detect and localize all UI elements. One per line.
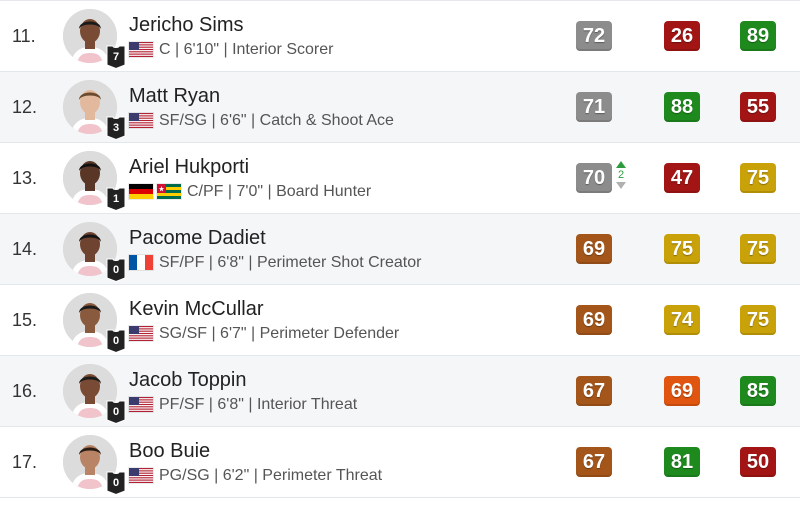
jersey-number: 0 (112, 335, 120, 347)
jersey-number-badge: 0 (106, 329, 126, 353)
table-row[interactable]: 15. 0 Kevin McCullar SG/SF | 6'7" | Perime… (0, 285, 800, 356)
position-height-archetype: C/PF | 7'0" | Board Hunter (187, 182, 372, 200)
arrow-down-icon (616, 182, 626, 189)
jersey-number: 1 (112, 193, 120, 205)
player-avatar-group[interactable]: 0 (63, 364, 126, 424)
offense-rating-badge[interactable]: 81 (664, 447, 700, 477)
position-height-archetype: PG/SG | 6'2" | Perimeter Threat (159, 466, 383, 484)
offense-rating-badge[interactable]: 88 (664, 92, 700, 122)
player-name-link[interactable]: Kevin McCullar (129, 297, 569, 321)
player-info: Jericho Sims C | 6'10" | Interior Scorer (129, 13, 569, 60)
overall-rating-badge[interactable]: 70 (576, 163, 612, 193)
rank-number: 17. (12, 451, 38, 472)
rank-number: 13. (12, 167, 38, 188)
player-rankings-table: 11. 7 Jericho Sims C | 6'10" | Interior Sc… (0, 0, 800, 506)
us-flag (129, 468, 153, 483)
rank-number: 14. (12, 238, 38, 259)
togo-flag (157, 184, 181, 199)
player-info: Jacob Toppin PF/SF | 6'8" | Interior Thre… (129, 368, 569, 415)
jersey-number-badge: 0 (106, 471, 126, 495)
player-avatar-group[interactable]: 3 (63, 80, 126, 140)
player-avatar-group[interactable]: 0 (63, 222, 126, 282)
defense-rating-badge[interactable]: 89 (740, 21, 776, 51)
player-avatar-group[interactable]: 1 (63, 151, 126, 211)
player-info: Matt Ryan SF/SG | 6'6" | Catch & Shoot Ac… (129, 84, 569, 131)
player-meta: SF/PF | 6'8" | Perimeter Shot Creator (129, 253, 569, 273)
player-name-link[interactable]: Jericho Sims (129, 13, 569, 37)
player-meta: C | 6'10" | Interior Scorer (129, 40, 569, 60)
player-name-link[interactable]: Ariel Hukporti (129, 155, 569, 179)
offense-rating-badge[interactable]: 69 (664, 376, 700, 406)
player-meta: SF/SG | 6'6" | Catch & Shoot Ace (129, 111, 569, 131)
jersey-number-badge: 0 (106, 258, 126, 282)
player-avatar-group[interactable]: 0 (63, 435, 126, 495)
table-row[interactable]: 13. 1 Ariel Hukporti C/PF | 7'0" | Board H… (0, 143, 800, 214)
defense-rating-badge[interactable]: 75 (740, 234, 776, 264)
jersey-number: 0 (112, 477, 120, 489)
table-row[interactable]: 17. 0 Boo Buie PG/SG | 6'2" | Perimeter Th… (0, 427, 800, 498)
overall-rating-badge[interactable]: 69 (576, 234, 612, 264)
position-height-archetype: SG/SF | 6'7" | Perimeter Defender (159, 324, 400, 342)
jersey-number: 0 (112, 406, 120, 418)
jersey-number-badge: 0 (106, 400, 126, 424)
position-height-archetype: SF/PF | 6'8" | Perimeter Shot Creator (159, 253, 422, 271)
arrow-up-icon (616, 161, 626, 168)
position-height-archetype: C | 6'10" | Interior Scorer (159, 40, 334, 58)
rank-number: 16. (12, 380, 38, 401)
table-row[interactable]: 16. 0 Jacob Toppin PF/SF | 6'8" | Interior… (0, 356, 800, 427)
overall-rating-badge[interactable]: 71 (576, 92, 612, 122)
defense-rating-badge[interactable]: 55 (740, 92, 776, 122)
offense-rating-badge[interactable]: 26 (664, 21, 700, 51)
germany-flag (129, 184, 153, 199)
jersey-number: 3 (112, 122, 120, 134)
jersey-number-badge: 1 (106, 187, 126, 211)
player-avatar-group[interactable]: 7 (63, 9, 126, 69)
player-info: Boo Buie PG/SG | 6'2" | Perimeter Threat (129, 439, 569, 486)
table-row[interactable]: 12. 3 Matt Ryan SF/SG | 6'6" | Catch & Sho… (0, 72, 800, 143)
player-name-link[interactable]: Matt Ryan (129, 84, 569, 108)
overall-rating-badge[interactable]: 67 (576, 376, 612, 406)
rank-number: 11. (12, 25, 36, 46)
defense-rating-badge[interactable]: 75 (740, 163, 776, 193)
table-row[interactable]: 14. 0 Pacome Dadiet SF/PF | 6'8" | Perimet… (0, 214, 800, 285)
player-meta: SG/SF | 6'7" | Perimeter Defender (129, 324, 569, 344)
jersey-number-badge: 3 (106, 116, 126, 140)
rating-change-value: 2 (617, 169, 625, 181)
rating-change-indicator: 2 (614, 161, 628, 195)
france-flag (129, 255, 153, 270)
player-meta: PG/SG | 6'2" | Perimeter Threat (129, 466, 569, 486)
defense-rating-badge[interactable]: 75 (740, 305, 776, 335)
us-flag (129, 397, 153, 412)
offense-rating-badge[interactable]: 75 (664, 234, 700, 264)
rank-number: 12. (12, 96, 38, 117)
player-avatar-group[interactable]: 0 (63, 293, 126, 353)
table-row[interactable]: 11. 7 Jericho Sims C | 6'10" | Interior Sc… (0, 1, 800, 72)
overall-rating-badge[interactable]: 72 (576, 21, 612, 51)
offense-rating-badge[interactable]: 74 (664, 305, 700, 335)
position-height-archetype: PF/SF | 6'8" | Interior Threat (159, 395, 358, 413)
player-meta: C/PF | 7'0" | Board Hunter (129, 182, 569, 202)
player-info: Kevin McCullar SG/SF | 6'7" | Perimeter D… (129, 297, 569, 344)
jersey-number: 0 (112, 264, 120, 276)
player-info: Ariel Hukporti C/PF | 7'0" | Board Hunter (129, 155, 569, 202)
defense-rating-badge[interactable]: 85 (740, 376, 776, 406)
jersey-number: 7 (112, 51, 120, 63)
defense-rating-badge[interactable]: 50 (740, 447, 776, 477)
us-flag (129, 113, 153, 128)
offense-rating-badge[interactable]: 47 (664, 163, 700, 193)
rank-number: 15. (12, 309, 38, 330)
player-meta: PF/SF | 6'8" | Interior Threat (129, 395, 569, 415)
player-name-link[interactable]: Boo Buie (129, 439, 569, 463)
overall-rating-badge[interactable]: 67 (576, 447, 612, 477)
player-info: Pacome Dadiet SF/PF | 6'8" | Perimeter Sh… (129, 226, 569, 273)
overall-rating-badge[interactable]: 69 (576, 305, 612, 335)
player-name-link[interactable]: Jacob Toppin (129, 368, 569, 392)
position-height-archetype: SF/SG | 6'6" | Catch & Shoot Ace (159, 111, 394, 129)
jersey-number-badge: 7 (106, 45, 126, 69)
us-flag (129, 326, 153, 341)
us-flag (129, 42, 153, 57)
player-name-link[interactable]: Pacome Dadiet (129, 226, 569, 250)
